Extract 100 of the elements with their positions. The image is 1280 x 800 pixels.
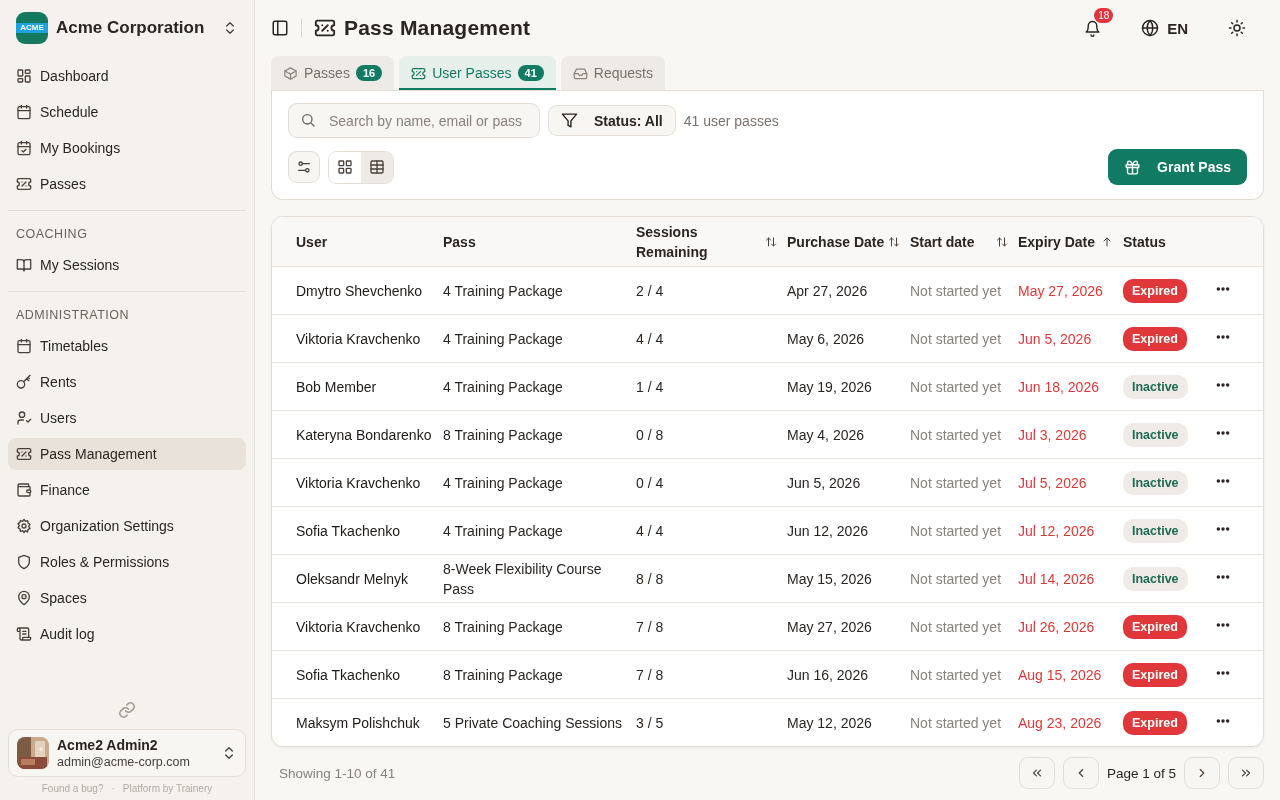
table-cell-text: Jul 14, 2026 (1018, 569, 1096, 589)
tab[interactable]: User Passes 41 (399, 56, 556, 90)
key-icon (16, 374, 32, 390)
table-cell-text: Not started yet (910, 569, 1003, 589)
table-cell-text: Not started yet (910, 713, 1003, 733)
table-cell-text: 8 Training Package (443, 665, 564, 685)
sort-ascending-icon (1101, 235, 1113, 248)
table-cell-text: Sofia Tkachenko (296, 665, 402, 685)
calendar-icon (16, 104, 32, 120)
nav-item[interactable]: Audit log (8, 618, 246, 650)
table-cell-text: Viktoria Kravchenko (296, 617, 422, 637)
status-badge: Expired (1123, 662, 1187, 687)
grant-pass-button[interactable]: Grant Pass (1108, 149, 1247, 185)
notifications-button[interactable] (1084, 19, 1102, 37)
nav-item[interactable]: Spaces (8, 582, 246, 614)
table-cell-text: Dmytro Shevchenko (296, 281, 424, 301)
book-icon (16, 257, 32, 273)
language-button[interactable]: EN (1141, 19, 1188, 37)
settings-icon (16, 518, 32, 534)
table-cell-text: Not started yet (910, 281, 1003, 301)
nav-item[interactable]: Passes (8, 168, 246, 200)
table-cell-text: May 15, 2026 (787, 569, 873, 589)
column-header: Status (1123, 232, 1166, 252)
status-badge: Expired (1123, 710, 1187, 735)
table-cell-text: Aug 15, 2026 (1018, 665, 1103, 685)
filter-icon (561, 112, 578, 129)
user-menu[interactable]: Acme2 Admin2 admin@acme-corp.com (8, 729, 246, 777)
page-title: Pass Management (344, 16, 531, 40)
last-page-button[interactable] (1228, 757, 1264, 789)
column-header: Pass (443, 232, 476, 252)
location-pin-icon (16, 590, 32, 606)
table-cell-text: 3 / 5 (636, 713, 665, 733)
notification-badge: 18 (1094, 7, 1114, 23)
section-heading: ADMINISTRATION (15, 307, 131, 324)
page-indicator: Page 1 of 5 (1106, 765, 1176, 781)
table-cell-text: 8-Week Flexibility Course Pass (443, 559, 603, 599)
nav-item[interactable]: Users (8, 402, 246, 434)
nav-item[interactable]: My Sessions (8, 249, 246, 281)
count-badge: 41 (517, 65, 544, 81)
separator-dot: · (111, 783, 115, 794)
search-icon (300, 112, 316, 128)
settings-button[interactable] (288, 151, 320, 183)
tab[interactable]: Requests (560, 56, 665, 90)
nav-item[interactable]: Timetables (8, 330, 246, 362)
section-heading: COACHING (15, 226, 89, 243)
search-field[interactable]: Search by name, email or pass (288, 103, 540, 138)
double-chevron-right-icon (1239, 766, 1253, 780)
table-cell-text: 8 Training Package (443, 617, 564, 637)
table-cell-text: Jul 12, 2026 (1018, 521, 1096, 541)
table-cell-text: May 19, 2026 (787, 377, 873, 397)
theme-button[interactable] (1228, 19, 1246, 37)
nav-item[interactable]: Roles & Permissions (8, 546, 246, 578)
table-cell-text: Not started yet (910, 521, 1003, 541)
status-badge: Expired (1123, 614, 1187, 639)
table-cell-text: Jun 5, 2026 (1018, 329, 1093, 349)
nav-item[interactable]: Finance (8, 474, 246, 506)
nav-item[interactable]: Organization Settings (8, 510, 246, 542)
column-header[interactable]: Start date (910, 231, 975, 252)
table-cell-text: Jul 3, 2026 (1018, 425, 1088, 445)
column-header[interactable]: Expiry Date (1018, 231, 1096, 252)
table-cell-text: Not started yet (910, 329, 1003, 349)
table-view-icon (369, 159, 385, 175)
table-cell-text: Kateryna Bondarenko (296, 425, 433, 445)
view-toggle[interactable] (361, 151, 393, 183)
nav-item[interactable]: Rents (8, 366, 246, 398)
bell-icon (1084, 19, 1102, 37)
table-cell-text: Viktoria Kravchenko (296, 329, 422, 349)
status-filter-button[interactable]: Status: All (548, 105, 676, 136)
table-cell-text: 4 Training Package (443, 377, 564, 397)
table-cell-text: 1 / 4 (636, 377, 665, 397)
table-cell-text: May 27, 2026 (1018, 281, 1104, 301)
table-cell-text: 7 / 8 (636, 617, 665, 637)
table-cell-text: Sofia Tkachenko (296, 521, 402, 541)
table-cell-text: 4 Training Package (443, 329, 564, 349)
status-badge: Inactive (1123, 566, 1188, 591)
ticket-icon (314, 17, 336, 39)
ticket-icon (16, 446, 32, 462)
nav-item[interactable]: Dashboard (8, 60, 246, 92)
table-cell-text: Not started yet (910, 665, 1003, 685)
table-cell-text: Jul 5, 2026 (1018, 473, 1088, 493)
nav-item[interactable]: My Bookings (8, 132, 246, 164)
column-header[interactable]: Purchase Date (787, 231, 885, 252)
table-cell-text: May 12, 2026 (787, 713, 873, 733)
inbox-icon (572, 65, 588, 81)
sidebar-toggle-icon (271, 19, 289, 37)
status-badge: Inactive (1123, 422, 1188, 447)
nav-item[interactable]: Schedule (8, 96, 246, 128)
table-cell-text: Not started yet (910, 617, 1003, 637)
table-cell-text: Jun 5, 2026 (787, 473, 862, 493)
status-badge: Expired (1123, 278, 1187, 303)
tab[interactable]: Passes 16 (271, 56, 395, 90)
link-icon (118, 701, 136, 719)
pagination-summary: Showing 1-10 of 41 (279, 765, 397, 781)
sort-icon (996, 235, 1008, 248)
nav-item[interactable]: Pass Management (8, 438, 246, 470)
column-header: User (296, 232, 328, 252)
column-header[interactable]: Sessions Remaining (636, 221, 765, 262)
table-cell-text: 7 / 8 (636, 665, 665, 685)
table-cell-text: 4 Training Package (443, 281, 564, 301)
status-badge: Inactive (1123, 518, 1188, 543)
